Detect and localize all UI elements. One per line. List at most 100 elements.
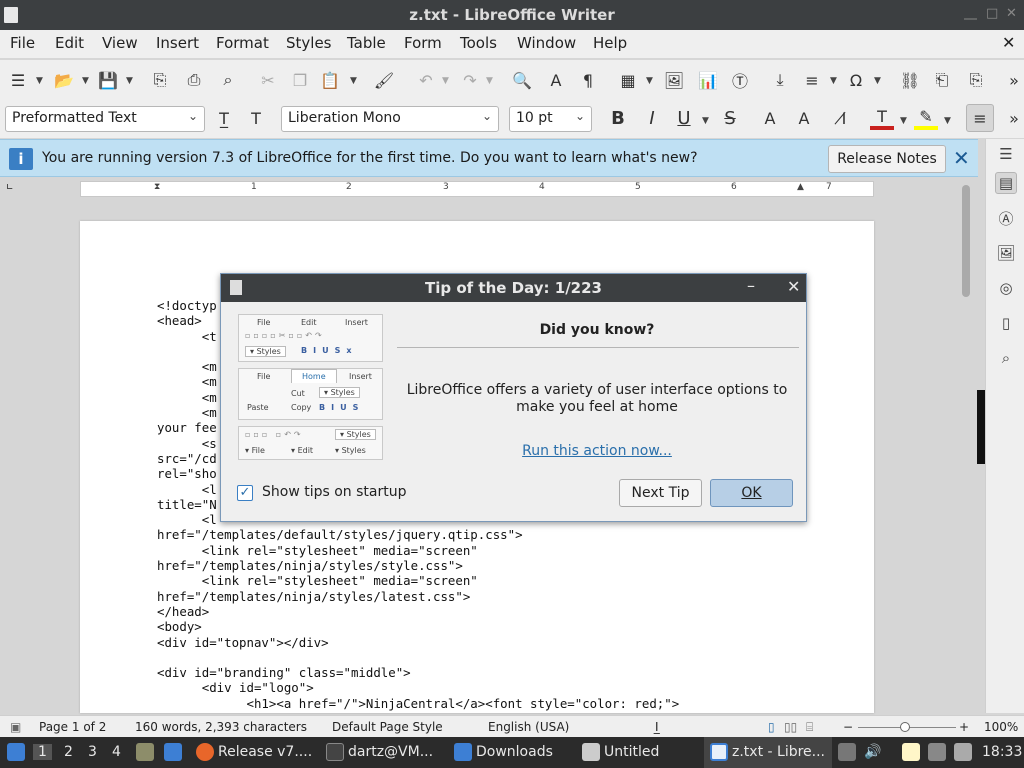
document-line[interactable]: <link rel="stylesheet" media="screen" xyxy=(157,573,679,588)
menu-file[interactable]: File xyxy=(10,34,35,52)
insert-chart-icon[interactable]: 📊 xyxy=(696,68,720,92)
open-folder-icon[interactable]: 📂 xyxy=(52,68,76,92)
font-color-icon[interactable]: T xyxy=(870,106,894,130)
highlighting-color-icon[interactable]: ✎ xyxy=(914,106,938,130)
document-line[interactable]: href="/templates/default/styles/jquery.q… xyxy=(157,527,679,542)
spelling-icon[interactable]: A xyxy=(544,68,568,92)
scrollbar-thumb[interactable] xyxy=(962,185,970,297)
volume-icon[interactable]: 🔊 xyxy=(864,744,881,760)
show-tips-checkbox[interactable]: ✓ xyxy=(237,485,253,501)
paragraph-style-select[interactable]: Preformatted Text ⌄ xyxy=(5,106,205,132)
menu-styles[interactable]: Styles xyxy=(286,34,332,52)
update-style-icon[interactable]: T̲ xyxy=(212,106,236,130)
workspace-1[interactable]: 1 xyxy=(33,744,52,760)
writer-icon[interactable] xyxy=(710,743,728,761)
clock[interactable]: 18:33 xyxy=(982,744,1022,760)
sidebar-collapse-handle[interactable] xyxy=(977,390,985,464)
zoom-slider-thumb[interactable] xyxy=(900,722,910,732)
menu-help[interactable]: Help xyxy=(593,34,627,52)
notes-icon[interactable] xyxy=(902,743,920,761)
save-status-icon[interactable]: ▣ xyxy=(10,720,21,734)
chevron-down-icon[interactable]: ▼ xyxy=(486,76,493,86)
terminal-icon[interactable] xyxy=(326,743,344,761)
insert-image-icon[interactable]: 🖼 xyxy=(662,68,686,92)
document-line[interactable] xyxy=(157,650,679,665)
language[interactable]: English (USA) xyxy=(488,720,569,734)
italic-icon[interactable]: I xyxy=(640,106,664,130)
insert-special-character-icon[interactable]: Ω xyxy=(844,68,868,92)
workspace-2[interactable]: 2 xyxy=(64,744,73,760)
menu-table[interactable]: Table xyxy=(347,34,386,52)
run-action-link[interactable]: Run this action now... xyxy=(397,443,797,459)
single-page-view-icon[interactable]: ▯ xyxy=(768,720,775,734)
minimize-button[interactable]: ⎽ xyxy=(964,6,977,21)
chevron-down-icon[interactable]: ▼ xyxy=(900,116,907,126)
gallery-icon[interactable]: 🖼 xyxy=(995,242,1017,264)
font-size-select[interactable]: 10 pt ⌄ xyxy=(509,106,592,132)
battery-icon[interactable] xyxy=(954,743,972,761)
menu-tools[interactable]: Tools xyxy=(460,34,497,52)
insert-field-icon[interactable]: ≡ xyxy=(800,68,824,92)
subscript-icon[interactable]: A xyxy=(792,106,816,130)
more-options-icon[interactable]: » xyxy=(1002,68,1024,92)
chevron-down-icon[interactable]: ▼ xyxy=(874,76,881,86)
document-line[interactable]: href="/templates/ninja/styles/latest.css… xyxy=(157,589,679,604)
align-left-icon[interactable]: ≡ xyxy=(966,104,994,132)
chevron-down-icon[interactable]: ▼ xyxy=(36,76,43,86)
superscript-icon[interactable]: A xyxy=(758,106,782,130)
horizontal-ruler[interactable]: ⧗ 1 2 3 4 5 6 ▲ 7 xyxy=(80,181,874,197)
close-dialog-button[interactable]: ✕ xyxy=(787,277,800,296)
close-window-button[interactable]: ✕ xyxy=(1006,6,1017,21)
sidebar-menu-icon[interactable]: ☰ xyxy=(995,143,1017,165)
ruler-marker[interactable]: ▲ xyxy=(797,182,804,192)
copy-icon[interactable]: ❐ xyxy=(288,68,312,92)
chevron-down-icon[interactable]: ▼ xyxy=(442,76,449,86)
insert-textbox-icon[interactable]: Ⓣ xyxy=(728,68,752,92)
formatting-marks-icon[interactable]: ¶ xyxy=(576,68,600,92)
book-view-icon[interactable]: ⌸ xyxy=(806,720,813,735)
document-line[interactable]: <div id="topnav"></div> xyxy=(157,635,679,650)
insert-hyperlink-icon[interactable]: ⛓ xyxy=(898,68,922,92)
file-manager-icon[interactable] xyxy=(136,743,154,761)
document-line[interactable]: <body> xyxy=(157,619,679,634)
chevron-down-icon[interactable]: ▼ xyxy=(350,76,357,86)
clone-formatting-icon[interactable]: 🖌 xyxy=(372,68,396,92)
close-document-button[interactable]: ✕ xyxy=(1002,33,1015,52)
insert-page-break-icon[interactable]: ⤓ xyxy=(768,68,792,92)
navigator-icon[interactable]: ◎ xyxy=(995,277,1017,299)
properties-icon[interactable]: ▤ xyxy=(995,172,1017,194)
menu-form[interactable]: Form xyxy=(404,34,442,52)
find-replace-icon[interactable]: 🔍 xyxy=(510,68,534,92)
document-line[interactable]: <link rel="stylesheet" media="screen" xyxy=(157,543,679,558)
task-untitled[interactable]: Untitled xyxy=(604,744,659,760)
page-icon[interactable]: ▯ xyxy=(995,312,1017,334)
maximize-button[interactable]: □ xyxy=(986,6,998,21)
ok-button[interactable]: OK xyxy=(710,479,793,507)
chevron-down-icon[interactable]: ▼ xyxy=(126,76,133,86)
zoom-out-icon[interactable]: − xyxy=(843,720,853,734)
tray-icon[interactable] xyxy=(838,743,856,761)
paste-icon[interactable]: 📋 xyxy=(318,68,342,92)
task-downloads[interactable]: Downloads xyxy=(476,744,553,760)
save-icon[interactable]: 💾 xyxy=(96,68,120,92)
new-document-icon[interactable]: ☰ xyxy=(6,68,30,92)
zoom-in-icon[interactable]: + xyxy=(959,720,969,734)
chevron-down-icon[interactable]: ▼ xyxy=(944,116,951,126)
export-pdf-icon[interactable]: ⎘ xyxy=(148,68,172,92)
clear-formatting-icon[interactable]: I̸ xyxy=(832,106,856,130)
insert-footnote-icon[interactable]: ⎗ xyxy=(930,68,954,92)
zoom-level[interactable]: 100% xyxy=(984,720,1018,734)
folder-icon[interactable] xyxy=(454,743,472,761)
document-line[interactable]: <div id="branding" class="middle"> xyxy=(157,665,679,680)
menu-view[interactable]: View xyxy=(102,34,138,52)
network-icon[interactable] xyxy=(928,743,946,761)
start-menu-icon[interactable] xyxy=(7,743,25,761)
next-tip-button[interactable]: Next Tip xyxy=(619,479,702,507)
styles-icon[interactable]: Ⓐ xyxy=(995,207,1017,229)
document-line[interactable]: <div id="logo"> xyxy=(157,680,679,695)
ruler-marker[interactable]: ⧗ xyxy=(154,182,160,192)
task-writer[interactable]: z.txt - Libre... xyxy=(732,744,825,760)
show-desktop-icon[interactable] xyxy=(164,743,182,761)
close-infobar-icon[interactable]: ✕ xyxy=(953,146,970,170)
more-options-icon[interactable]: » xyxy=(1002,106,1024,130)
